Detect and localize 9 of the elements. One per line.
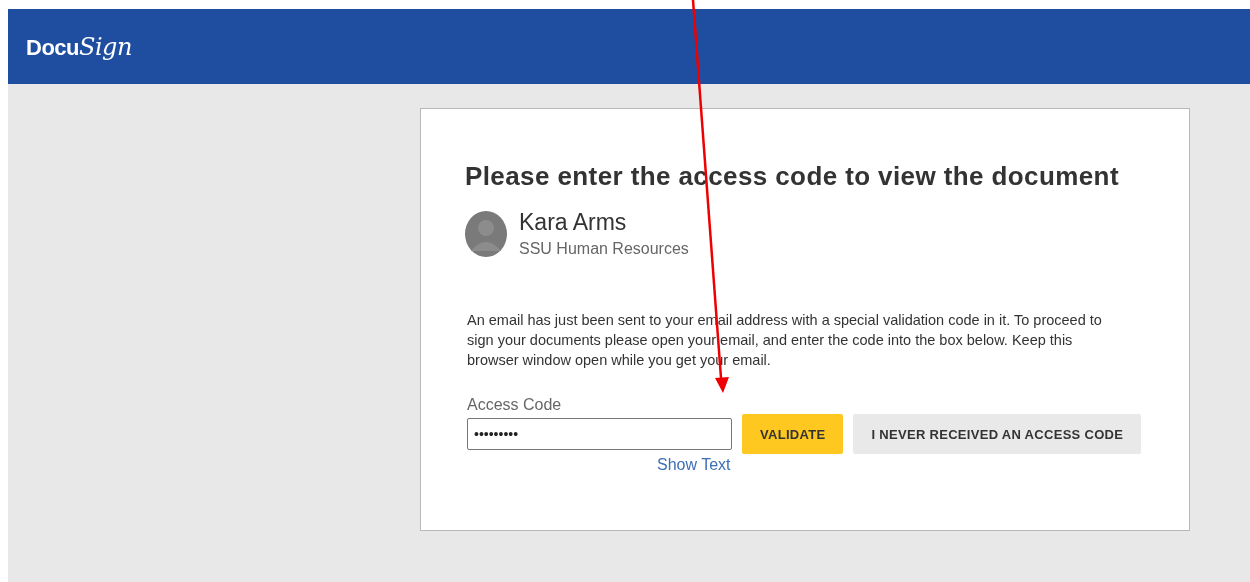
- avatar-icon: [465, 210, 507, 257]
- validate-button[interactable]: VALIDATE: [742, 414, 844, 454]
- access-code-field[interactable]: •••••••••: [467, 418, 732, 450]
- no-code-button[interactable]: I NEVER RECEIVED AN ACCESS CODE: [853, 414, 1142, 454]
- show-text-link[interactable]: Show Text: [657, 456, 731, 474]
- sender-organization: SSU Human Resources: [519, 240, 689, 258]
- access-code-label: Access Code: [467, 396, 563, 414]
- sender-name: Kara Arms: [519, 209, 628, 236]
- docusign-logo: DocuSign: [26, 32, 132, 61]
